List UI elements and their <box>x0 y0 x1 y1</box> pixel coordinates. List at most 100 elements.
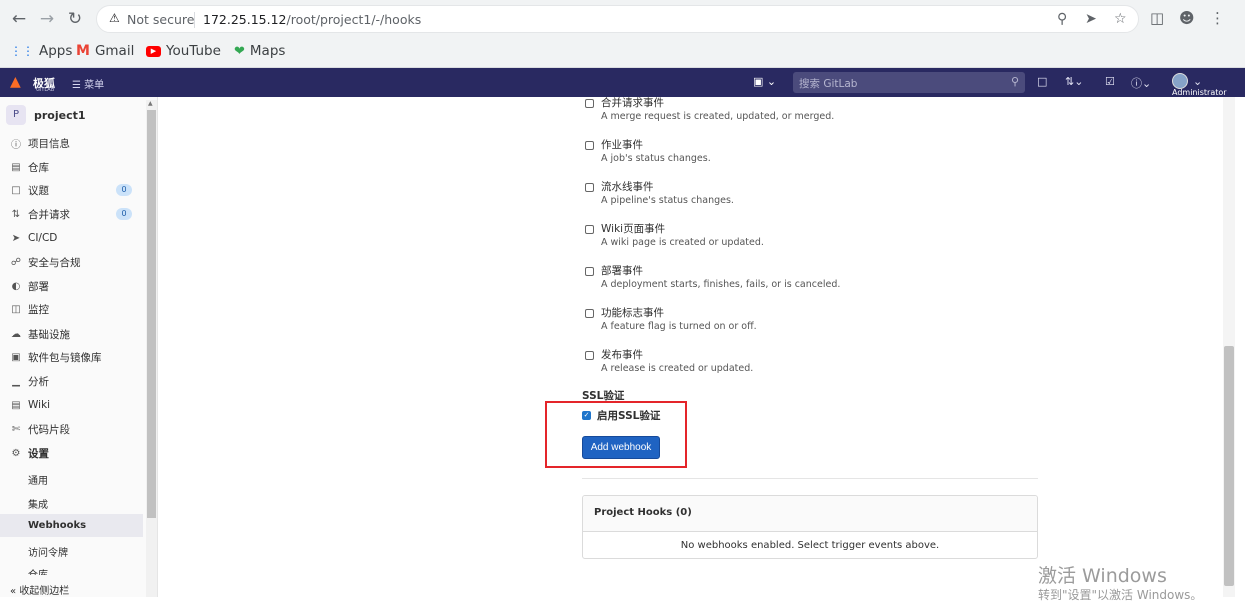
sidebar-item-settings[interactable]: ⚙ 设置 <box>0 442 144 464</box>
gitlab-fox-icon[interactable]: ▲ <box>10 74 21 90</box>
sidebar-item-monitor[interactable]: ◫ 监控 <box>0 298 144 320</box>
sidebar-item-analytics[interactable]: ▁ 分析 <box>0 370 144 392</box>
send-icon[interactable]: ➤ <box>1085 11 1097 27</box>
package-icon: ▣ <box>11 351 21 363</box>
deployment-event-checkbox[interactable] <box>585 267 594 276</box>
issues-nav-icon[interactable]: □ <box>1037 75 1047 88</box>
zoom-icon[interactable]: ⚲ <box>1057 11 1067 27</box>
merge-requests-nav-icon[interactable]: ⇅⌄ <box>1065 75 1083 88</box>
project-hooks-empty-message: No webhooks enabled. Select trigger even… <box>680 540 940 551</box>
chevron-down-icon[interactable]: ⌄ <box>1193 75 1202 88</box>
project-hooks-panel: Project Hooks (0) No webhooks enabled. S… <box>582 495 1038 559</box>
event-title: Wiki页面事件 <box>601 223 666 235</box>
sidebar-sub-access-tokens[interactable]: 访问令牌 <box>28 544 68 559</box>
pipeline-event-checkbox[interactable] <box>585 183 594 192</box>
user-avatar[interactable] <box>1172 73 1188 89</box>
sidebar-item-infrastructure[interactable]: ☁ 基础设施 <box>0 323 144 345</box>
back-arrow-icon[interactable]: ← <box>8 8 30 30</box>
kebab-menu-icon[interactable]: ⋮ <box>1210 9 1225 27</box>
job-event-checkbox[interactable] <box>585 141 594 150</box>
event-desc: A deployment starts, finishes, fails, or… <box>601 279 841 290</box>
event-title: 流水线事件 <box>601 181 654 193</box>
monitor-icon: ◫ <box>11 303 21 315</box>
bookmark-youtube[interactable]: ▶ YouTube <box>146 43 221 59</box>
sidebar-item-deployments[interactable]: ◐ 部署 <box>0 275 144 297</box>
scroll-up-arrow-icon[interactable]: ▲ <box>148 100 153 107</box>
search-input[interactable]: 搜索 GitLab ⚲ <box>793 72 1025 93</box>
main-menu-button[interactable]: ☰ 菜单 <box>72 76 104 91</box>
sidepanel-icon[interactable]: ◫ <box>1150 9 1164 27</box>
event-desc: A release is created or updated. <box>601 363 754 374</box>
event-title: 合并请求事件 <box>601 97 664 109</box>
snippet-icon: ✄ <box>11 423 21 435</box>
collapse-sidebar-button[interactable]: « 收起侧边栏 <box>10 582 69 597</box>
event-desc: A wiki page is created or updated. <box>601 237 764 248</box>
gear-icon: ⚙ <box>11 447 21 459</box>
sidebar-item-security[interactable]: ☍ 安全与合规 <box>0 251 144 273</box>
search-placeholder: 搜索 GitLab <box>799 78 858 90</box>
event-title: 功能标志事件 <box>601 307 664 319</box>
bookmark-apps[interactable]: ⋮⋮ Apps <box>10 43 72 59</box>
project-name: project1 <box>34 108 86 122</box>
windows-watermark-title: 激活 Windows <box>1038 565 1167 587</box>
user-name: Administrator <box>1172 88 1227 97</box>
page-scroll-thumb[interactable] <box>1224 346 1234 586</box>
chart-icon: ▁ <box>12 375 20 387</box>
gitlab-navbar: ▲ 极狐 GITLAB ☰ 菜单 ▣ ⌄ 搜索 GitLab ⚲ □ ⇅⌄ ☑ … <box>0 68 1245 97</box>
browser-toolbar: ← → ↻ ⚠ Not secure 172.25.15.12/root/pro… <box>0 0 1245 68</box>
apps-grid-icon: ⋮⋮ <box>10 44 34 58</box>
warning-icon: ⚠ <box>109 11 120 25</box>
sidebar-item-merge-requests[interactable]: ⇅ 合并请求 0 <box>0 203 144 225</box>
sidebar-item-repository[interactable]: ▤ 仓库 <box>0 156 144 178</box>
book-icon: ▤ <box>11 399 21 411</box>
cloud-icon: ☁ <box>11 328 21 340</box>
url-text: 172.25.15.12/root/project1/-/hooks <box>203 12 422 27</box>
feature-flag-event-checkbox[interactable] <box>585 309 594 318</box>
star-icon[interactable]: ☆ <box>1114 11 1127 27</box>
project-avatar: P <box>6 105 26 125</box>
sidebar-item-packages[interactable]: ▣ 软件包与镜像库 <box>0 346 144 368</box>
not-secure-label: Not secure <box>127 12 195 27</box>
windows-watermark-subtitle: 转到"设置"以激活 Windows。 <box>1038 588 1203 602</box>
event-title: 发布事件 <box>601 349 643 361</box>
sidebar-item-project-info[interactable]: ⓘ 项目信息 <box>0 132 144 154</box>
bookmark-gmail[interactable]: M Gmail <box>76 43 134 59</box>
profile-icon[interactable]: ☻ <box>1179 9 1195 27</box>
double-chevron-left-icon: « <box>10 586 17 597</box>
gmail-icon: M <box>76 43 90 59</box>
merge-requests-count-badge: 0 <box>116 208 132 220</box>
gitlab-brand-sub: GITLAB <box>36 87 55 93</box>
project-header[interactable]: P project1 <box>6 105 86 125</box>
omnibox-divider <box>194 12 195 28</box>
sidebar-sub-repository[interactable]: 仓库 <box>28 566 48 575</box>
rocket-icon: ➤ <box>11 232 21 244</box>
forward-arrow-icon[interactable]: → <box>36 8 58 30</box>
sidebar-scroll-thumb[interactable] <box>147 110 156 518</box>
info-icon: ⓘ <box>11 139 21 151</box>
merge-request-event-checkbox[interactable] <box>585 99 594 108</box>
maps-icon: ❤ <box>234 43 245 59</box>
create-new-button[interactable]: ▣ ⌄ <box>753 75 776 88</box>
shield-icon: ☍ <box>10 256 22 268</box>
reload-icon[interactable]: ↻ <box>64 8 86 30</box>
deploy-icon: ◐ <box>11 280 21 292</box>
project-hooks-header: Project Hooks (0) <box>583 496 1037 532</box>
address-bar[interactable]: ⚠ Not secure 172.25.15.12/root/project1/… <box>96 5 1139 33</box>
bookmark-maps[interactable]: ❤ Maps <box>234 43 285 59</box>
release-event-checkbox[interactable] <box>585 351 594 360</box>
doc-icon: ▤ <box>11 161 21 173</box>
sidebar-sub-integrations[interactable]: 集成 <box>28 496 48 511</box>
sidebar-item-wiki[interactable]: ▤ Wiki <box>0 394 144 416</box>
sidebar-item-cicd[interactable]: ➤ CI/CD <box>0 227 144 249</box>
wiki-page-event-checkbox[interactable] <box>585 225 594 234</box>
sidebar-item-issues[interactable]: □ 议题 0 <box>0 179 144 201</box>
section-divider <box>582 478 1038 479</box>
help-icon[interactable]: ⓘ⌄ <box>1131 75 1151 91</box>
event-desc: A pipeline's status changes. <box>601 195 734 206</box>
event-desc: A merge request is created, updated, or … <box>601 111 835 122</box>
issues-icon: □ <box>11 184 21 196</box>
sidebar-item-snippets[interactable]: ✄ 代码片段 <box>0 418 144 440</box>
sidebar-sub-webhooks[interactable]: Webhooks <box>28 520 86 531</box>
todo-icon[interactable]: ☑ <box>1105 75 1115 88</box>
sidebar-sub-general[interactable]: 通用 <box>28 472 48 487</box>
